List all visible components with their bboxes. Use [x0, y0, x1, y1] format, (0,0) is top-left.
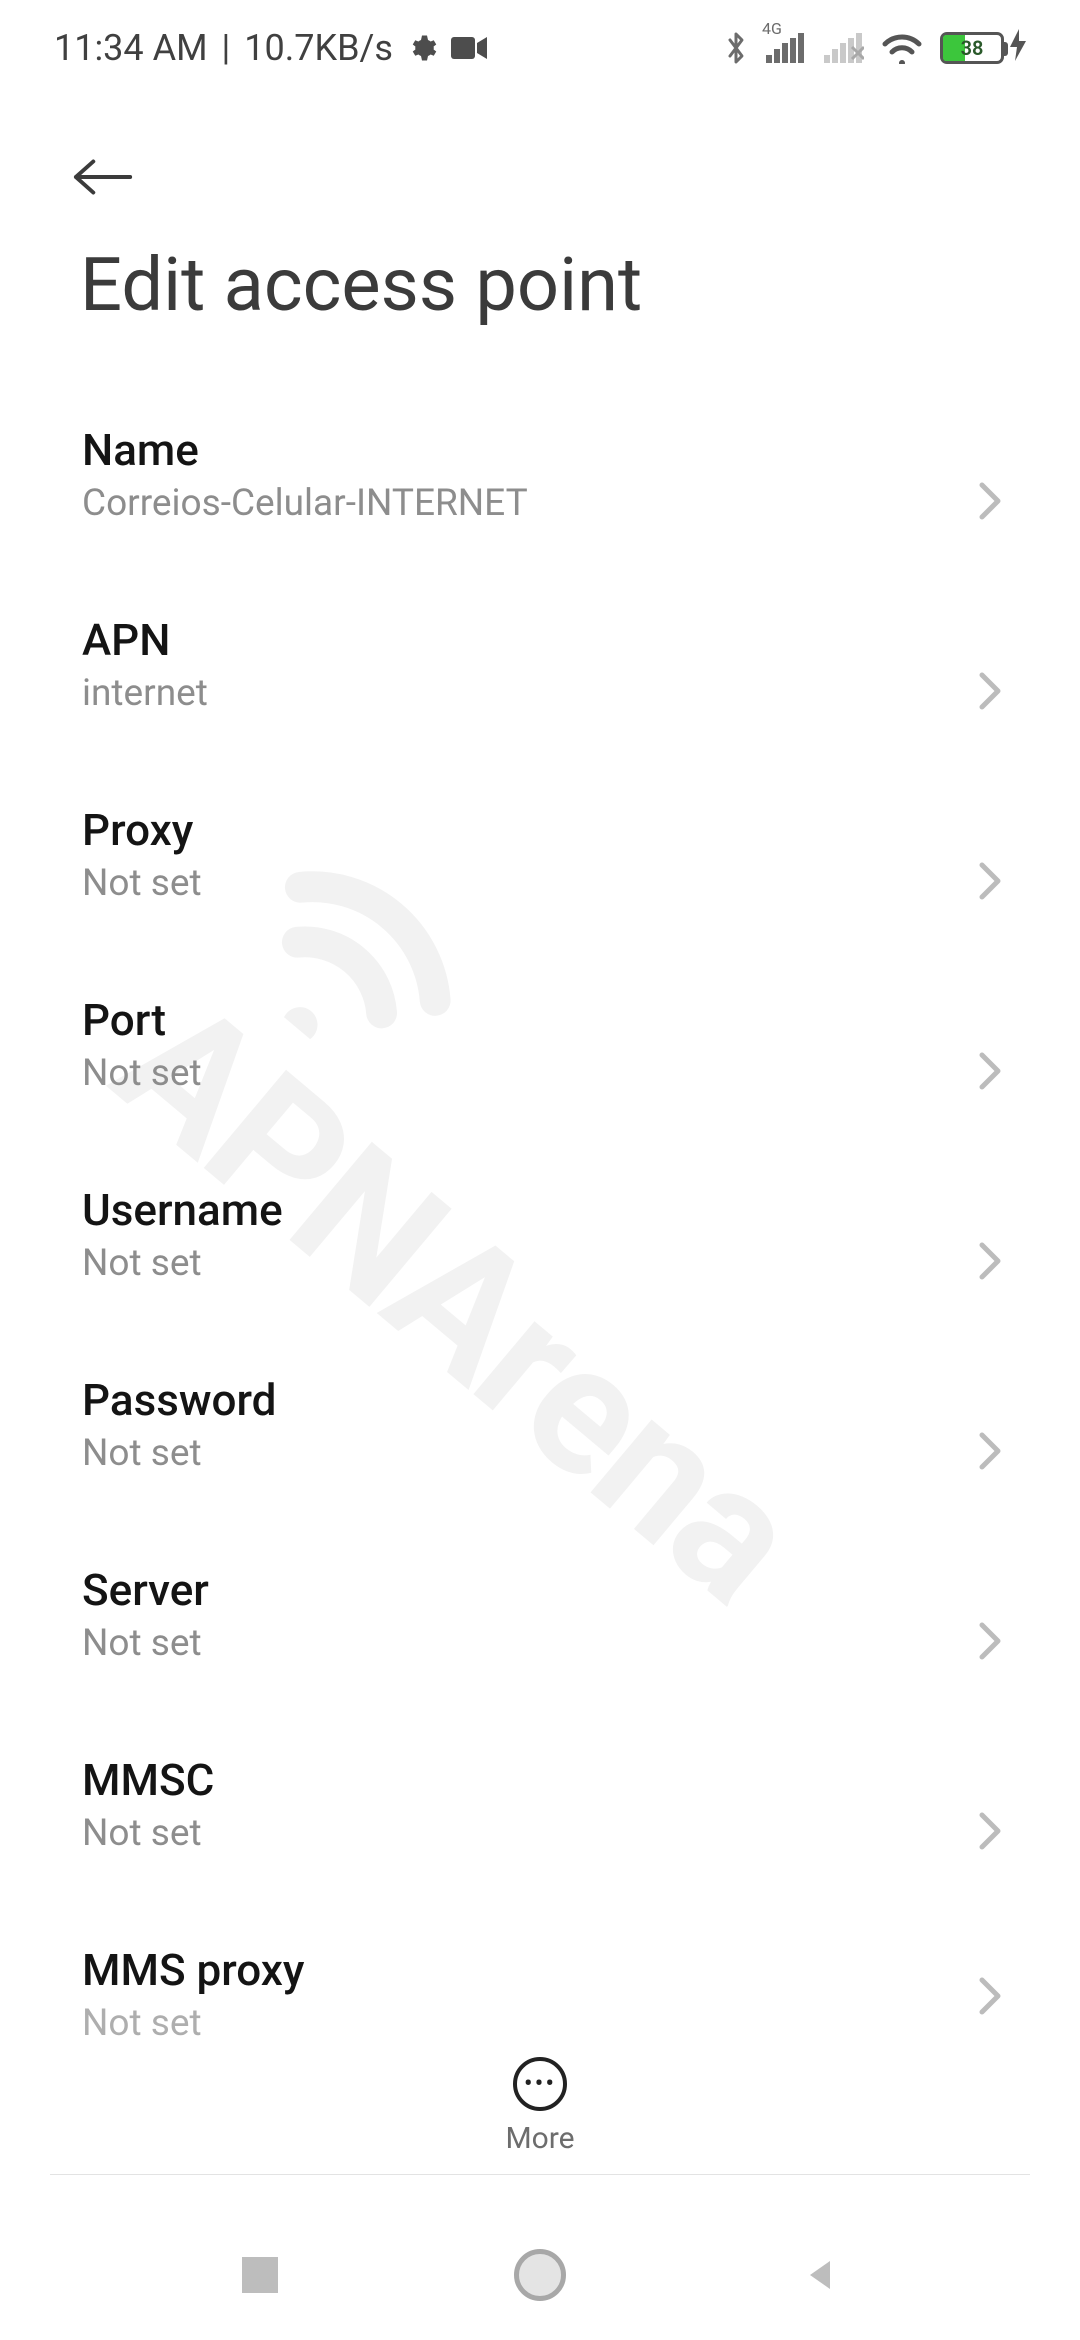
- field-username[interactable]: Username Not set: [82, 1160, 998, 1350]
- charging-icon: [1010, 29, 1026, 68]
- chevron-right-icon: [976, 479, 1008, 511]
- signal-sim2-icon: [824, 33, 864, 63]
- field-value: Not set: [82, 1242, 998, 1285]
- chevron-right-icon: [976, 1619, 1008, 1651]
- signal-sim1-icon: 4G: [766, 33, 806, 63]
- chevron-right-icon: [976, 669, 1008, 701]
- chevron-right-icon: [976, 1809, 1008, 1841]
- field-label: Proxy: [82, 804, 998, 856]
- field-label: Port: [82, 994, 998, 1046]
- field-label: Server: [82, 1564, 998, 1616]
- page-title: Edit access point: [80, 242, 642, 329]
- chevron-right-icon: [976, 859, 1008, 891]
- nav-home-button[interactable]: [510, 2245, 570, 2305]
- field-value: internet: [82, 672, 998, 715]
- settings-list: Name Correios-Celular-INTERNET APN inter…: [0, 400, 1080, 2060]
- field-value: Not set: [82, 1052, 998, 1095]
- more-icon: [513, 2057, 567, 2111]
- status-bar: 11:34 AM | 10.7KB/s 4G 38: [0, 0, 1080, 96]
- status-data-rate: 10.7KB/s: [244, 27, 393, 69]
- field-value: Not set: [82, 2002, 998, 2045]
- bottom-action-bar: More: [50, 2057, 1030, 2175]
- wifi-icon: [882, 32, 922, 64]
- more-button[interactable]: More: [505, 2057, 574, 2156]
- chevron-right-icon: [976, 1974, 1008, 2006]
- field-label: Name: [82, 424, 998, 476]
- field-port[interactable]: Port Not set: [82, 970, 998, 1160]
- field-mms-proxy[interactable]: MMS proxy Not set: [82, 1920, 998, 2060]
- back-button[interactable]: [72, 145, 136, 209]
- field-label: Password: [82, 1374, 998, 1426]
- nav-back-button[interactable]: [790, 2245, 850, 2305]
- field-apn[interactable]: APN internet: [82, 590, 998, 780]
- chevron-right-icon: [976, 1429, 1008, 1461]
- field-value: Not set: [82, 1622, 998, 1665]
- chevron-right-icon: [976, 1239, 1008, 1271]
- field-password[interactable]: Password Not set: [82, 1350, 998, 1540]
- chevron-right-icon: [976, 1049, 1008, 1081]
- field-value: Not set: [82, 1432, 998, 1475]
- battery-indicator: 38: [940, 29, 1026, 68]
- field-mmsc[interactable]: MMSC Not set: [82, 1730, 998, 1920]
- status-time: 11:34 AM: [54, 27, 208, 69]
- field-server[interactable]: Server Not set: [82, 1540, 998, 1730]
- field-label: MMSC: [82, 1754, 998, 1806]
- field-value: Not set: [82, 1812, 998, 1855]
- field-name[interactable]: Name Correios-Celular-INTERNET: [82, 400, 998, 590]
- more-label: More: [505, 2121, 574, 2156]
- app-bar: [0, 112, 1080, 242]
- video-camera-icon: [451, 35, 487, 61]
- field-label: APN: [82, 614, 998, 666]
- bluetooth-icon: [724, 30, 748, 66]
- system-nav-bar: [0, 2210, 1080, 2340]
- status-separator: |: [222, 27, 231, 69]
- field-proxy[interactable]: Proxy Not set: [82, 780, 998, 970]
- field-value: Not set: [82, 862, 998, 905]
- field-label: MMS proxy: [82, 1944, 998, 1996]
- field-value: Correios-Celular-INTERNET: [82, 482, 998, 525]
- field-label: Username: [82, 1184, 998, 1236]
- gear-icon: [407, 33, 437, 63]
- nav-recents-button[interactable]: [230, 2245, 290, 2305]
